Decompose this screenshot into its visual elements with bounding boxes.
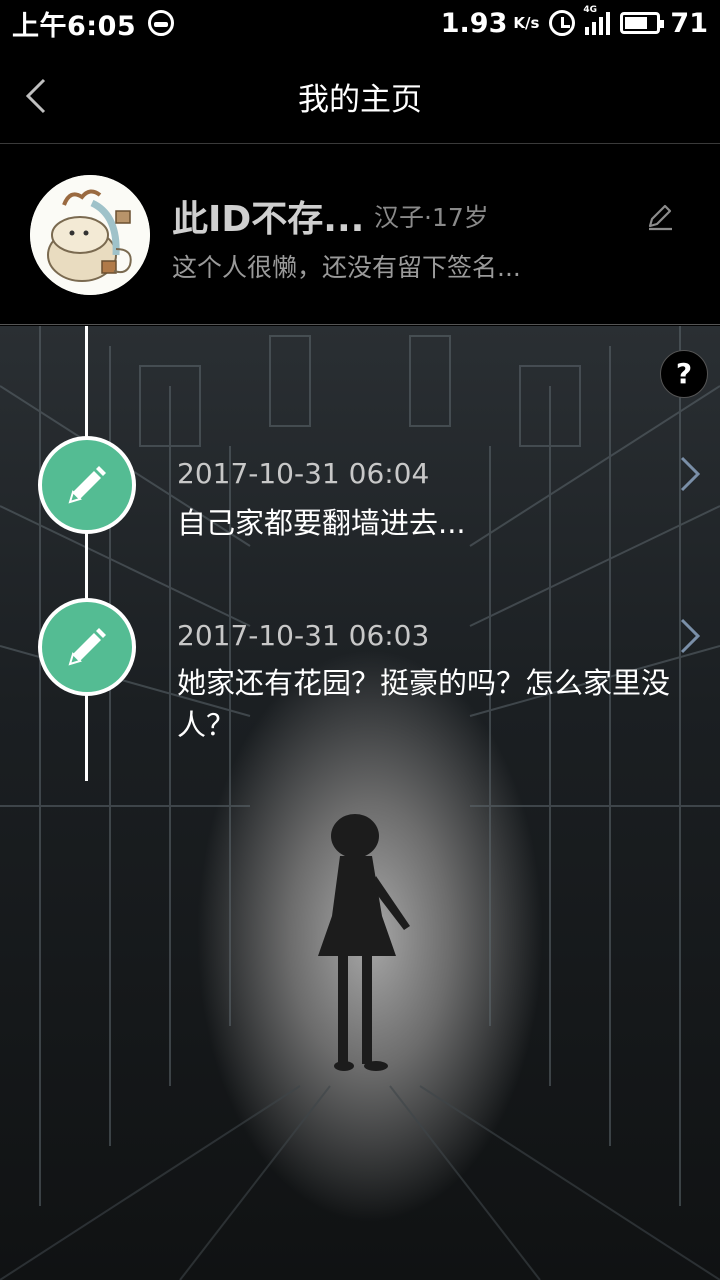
timeline-item-date: 2017-10-31 06:04 [177,457,430,490]
nav-bar: 我的主页 [0,46,720,144]
profile-signature: 这个人很懒，还没有留下签名... [172,253,521,282]
pencil-icon[interactable] [644,200,676,232]
girl-silhouette [318,814,410,1071]
status-time: 上午6:05 [12,10,137,42]
profile-meta: 汉子·17岁 [374,203,489,232]
network-type-label: 4G [583,5,598,15]
chevron-right-icon[interactable] [676,616,704,656]
page-title: 我的主页 [298,82,422,118]
timeline-item-date: 2017-10-31 06:03 [177,619,430,652]
battery-level: 71 [670,7,708,39]
pencil-icon [68,628,106,666]
timeline-area[interactable]: ? 2017-10-31 06:04 自己家都要翻墙进去... 2017-10-… [0,326,720,1280]
chevron-right-icon[interactable] [676,454,704,494]
notification-icon [148,10,175,36]
alarm-icon [549,10,576,36]
avatar-illustration [30,175,150,295]
help-button[interactable]: ? [660,350,708,398]
timeline-item-text[interactable]: 自己家都要翻墙进去... [177,502,697,544]
profile-name: 此ID不存... [172,199,365,240]
battery-icon [620,12,665,34]
timeline-node-pencil-icon [38,598,136,696]
pencil-icon [68,466,106,504]
timeline-item-text[interactable]: 她家还有花园？挺豪的吗？怎么家里没人？ [177,662,697,746]
battery-fill [625,17,647,29]
status-bar: 上午6:05 1.93 K/s 4G 71 [0,0,720,46]
timeline-line [85,326,88,781]
net-speed-unit: K/s [513,14,540,32]
profile-header: 此ID不存... 汉子·17岁 这个人很懒，还没有留下签名... [0,145,720,325]
net-speed: 1.93 [440,7,508,39]
signal-icon: 4G [583,5,611,35]
avatar[interactable] [30,175,150,295]
status-right: 1.93 K/s 4G 71 [440,5,708,39]
timeline-node-pencil-icon [38,436,136,534]
